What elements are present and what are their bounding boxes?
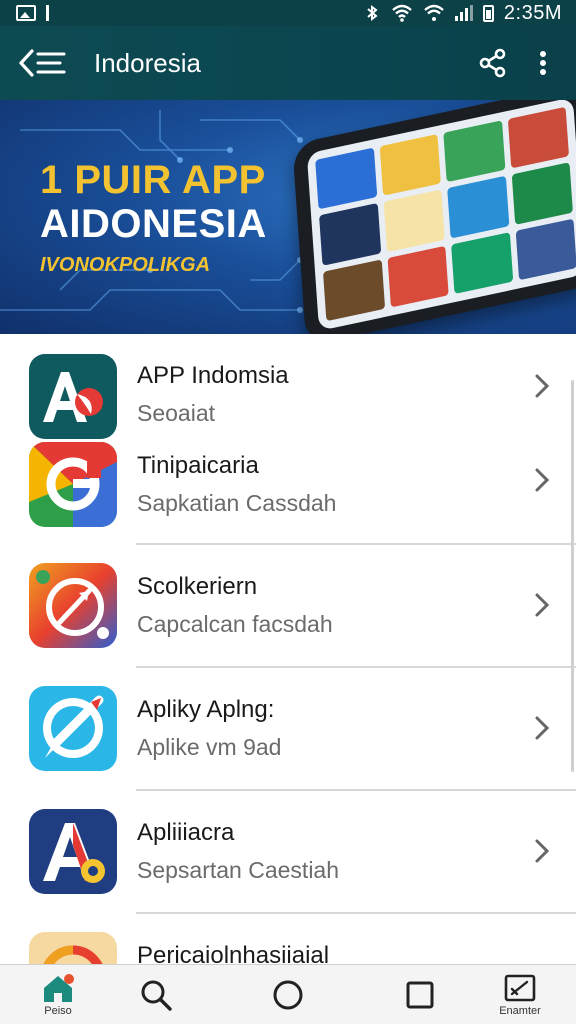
list-item[interactable]: Apliiiacra Sepsartan Caestiah: [0, 791, 576, 913]
more-options-button[interactable]: [518, 26, 568, 100]
list-item[interactable]: Scolkeriern Capcalcan facsdah: [0, 545, 576, 667]
share-icon: [479, 48, 506, 78]
battery-icon: [482, 4, 494, 22]
app-a-icon: [29, 809, 117, 894]
banner-subline: IVONOKPOLIKGA: [40, 254, 211, 276]
nav-home[interactable]: Peiso: [30, 965, 86, 1024]
back-menu-icon: [19, 49, 66, 77]
back-button[interactable]: [8, 26, 78, 100]
wifi-signal-icon: [424, 4, 444, 21]
app-bar: Indoresia: [0, 26, 576, 100]
chevron-right-icon: [532, 591, 552, 619]
app-compass-icon: [29, 563, 117, 648]
scrollbar[interactable]: [571, 380, 574, 772]
item-subtitle: Sapkatian Cassdah: [137, 490, 337, 516]
bluetooth-icon: [367, 5, 378, 21]
item-title: Tinipaicaria: [137, 452, 259, 479]
item-title: Apliky Aplng:: [137, 696, 275, 723]
cell-signal-icon: [454, 5, 473, 21]
square-recents-icon: [406, 981, 434, 1009]
notification-bar-icon: [46, 5, 49, 21]
nav-recents[interactable]: [392, 965, 448, 1024]
chevron-right-icon: [532, 466, 552, 494]
nav-enamter[interactable]: Enamter: [490, 965, 550, 1024]
item-title: APP Indomsia: [137, 362, 289, 389]
banner-headline-2: AIDONESIA: [40, 202, 267, 246]
circle-home-icon: [273, 980, 303, 1010]
app-pen-icon: [29, 686, 117, 771]
list-item[interactable]: Tinipaicaria Sapkatian Cassdah: [0, 434, 576, 544]
search-icon: [141, 980, 172, 1011]
promo-banner[interactable]: 1 PUIR APP AIDONESIA IVONOKPOLIKGA: [0, 100, 576, 334]
nav-home-circle[interactable]: [260, 965, 316, 1024]
list-item[interactable]: Apliky Aplng: Aplike vm 9ad: [0, 668, 576, 790]
nav-home-label: Peiso: [44, 1004, 72, 1017]
item-title: Apliiiacra: [137, 819, 235, 846]
nav-search[interactable]: [128, 965, 184, 1024]
item-title: Scolkeriern: [137, 573, 258, 600]
app-ring-icon: [29, 932, 117, 964]
banner-headline: 1 PUIR APP: [40, 158, 266, 202]
list-item[interactable]: APP Indomsia Seoaiat: [0, 334, 576, 444]
chevron-right-icon: [532, 837, 552, 865]
share-button[interactable]: [468, 26, 518, 100]
bottom-nav: Peiso Enamter: [0, 964, 576, 1024]
item-subtitle: Seoaiat: [137, 400, 216, 426]
page-title: Indoresia: [94, 47, 201, 78]
more-vert-icon: [540, 51, 546, 75]
chevron-right-icon: [532, 714, 552, 742]
item-title: Pericaiolnhasiiaial: [137, 942, 330, 964]
app-indomsia-icon: [29, 354, 117, 439]
wifi-icon: [392, 4, 412, 22]
item-subtitle: Capcalcan facsdah: [137, 611, 333, 637]
item-subtitle: Aplike vm 9ad: [137, 734, 282, 760]
status-bar: 2:35M: [0, 0, 576, 26]
app-list: APP Indomsia Seoaiat Tinipaicaria Sapkat…: [0, 334, 576, 964]
home-icon: [44, 973, 74, 1002]
chevron-right-icon: [532, 372, 552, 400]
list-item[interactable]: Pericaiolnhasiiaial: [0, 914, 576, 964]
app-g-icon: [29, 442, 117, 527]
item-subtitle: Sepsartan Caestiah: [137, 857, 340, 883]
status-time: 2:35M: [503, 1, 562, 24]
nav-enamter-label: Enamter: [499, 1004, 541, 1017]
edit-window-icon: [504, 974, 536, 1001]
gallery-notification-icon: [16, 5, 36, 21]
